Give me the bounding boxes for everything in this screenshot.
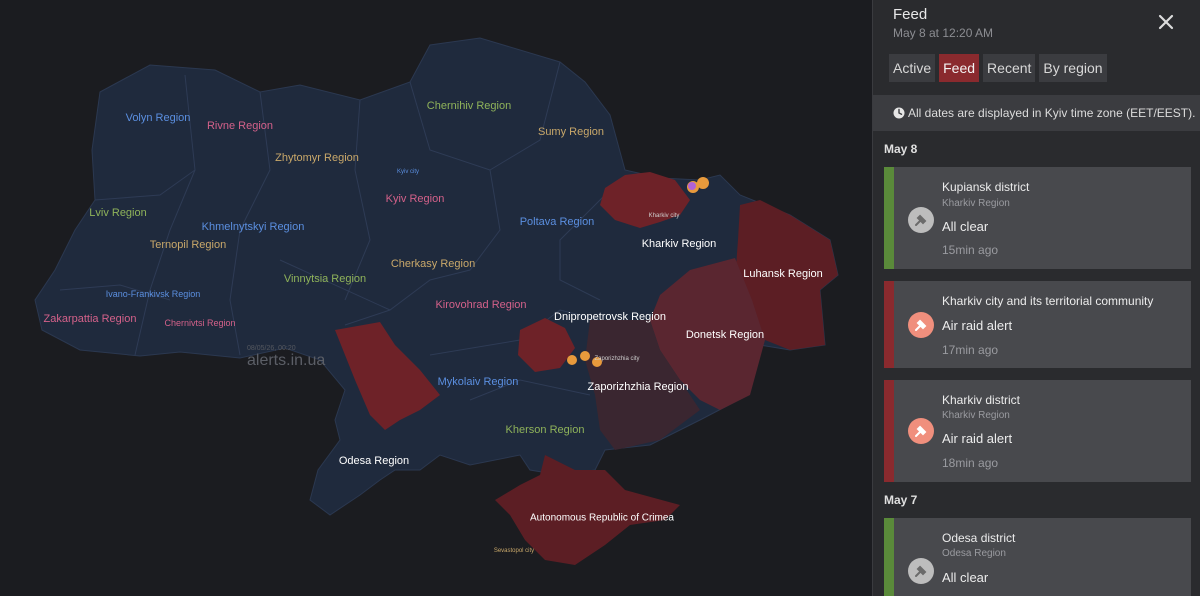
feed-item-status: All clear (942, 219, 989, 234)
timezone-notice-text: All dates are displayed in Kyiv time zon… (908, 106, 1196, 120)
label-kyiv: Kyiv Region (385, 193, 445, 205)
feed-item-kupiansk[interactable]: Kupiansk district Kharkiv Region All cle… (884, 167, 1191, 269)
feed-item-odesa[interactable]: Odesa district Odesa Region All clear (884, 518, 1191, 596)
panel-tabs: Active Feed Recent By region (889, 54, 1107, 82)
feed-item-title: Kharkiv district (942, 393, 1021, 407)
air-raid-icon (908, 418, 934, 444)
tab-recent[interactable]: Recent (983, 54, 1036, 82)
label-zaporizhzhia-city: Zaporizhzhia city (594, 356, 640, 362)
label-sevastopol: Sevastopol city (493, 548, 535, 554)
feed-item-status: Air raid alert (942, 318, 1013, 333)
label-kyiv-city: Kyiv city (396, 169, 420, 175)
label-ivano-frankivsk: Ivano-Frankivsk Region (105, 289, 201, 299)
feed-item-kharkiv-district[interactable]: Kharkiv district Kharkiv Region Air raid… (884, 380, 1191, 482)
label-donetsk: Donetsk Region (685, 329, 765, 341)
panel-subtitle: May 8 at 12:20 AM (893, 26, 994, 40)
clock-icon (893, 107, 905, 119)
feed-item-title: Odesa district (942, 531, 1016, 545)
feed-item-time: 15min ago (942, 243, 999, 257)
label-sumy: Sumy Region (537, 126, 605, 138)
feed-item-time: 18min ago (942, 456, 999, 470)
feed-item-kharkiv-city[interactable]: Kharkiv city and its territorial communi… (884, 281, 1191, 368)
close-button[interactable] (1156, 12, 1176, 32)
day-heading-may-8: May 8 (884, 142, 918, 156)
air-raid-icon (908, 312, 934, 338)
label-ternopil: Ternopil Region (149, 239, 227, 251)
label-kharkiv-city: Kharkiv city (648, 213, 680, 219)
label-luhansk: Luhansk Region (743, 268, 823, 280)
label-lviv: Lviv Region (89, 207, 147, 219)
label-mykolaiv: Mykolaiv Region (437, 376, 519, 388)
tab-by-region[interactable]: By region (1039, 54, 1107, 82)
day-heading-may-7: May 7 (884, 493, 918, 507)
label-rivne: Rivne Region (206, 120, 274, 132)
label-chernihiv: Chernihiv Region (426, 100, 512, 112)
all-clear-icon (908, 558, 934, 584)
label-kirovohrad: Kirovohrad Region (435, 299, 527, 311)
label-kherson: Kherson Region (505, 424, 585, 436)
feed-item-title: Kharkiv city and its territorial communi… (942, 294, 1154, 308)
label-dnipropetrovsk: Dnipropetrovsk Region (554, 311, 666, 323)
label-cherkasy: Cherkasy Region (390, 258, 476, 270)
feed-panel: Feed May 8 at 12:20 AM Active Feed Recen… (872, 0, 1200, 596)
map-watermark: alerts.in.ua (247, 352, 326, 369)
feed-item-region: Kharkiv Region (942, 198, 1010, 209)
alerts-map[interactable]: Volyn Region Rivne Region Chernihiv Regi… (0, 0, 872, 596)
label-zhytomyr: Zhytomyr Region (275, 152, 359, 164)
label-volyn: Volyn Region (125, 112, 191, 124)
label-zakarpattia: Zakarpattia Region (43, 313, 137, 325)
label-chernivtsi: Chernivtsi Region (164, 318, 236, 328)
panel-title: Feed (893, 6, 928, 23)
feed-item-title: Kupiansk district (942, 180, 1030, 194)
all-clear-icon (908, 207, 934, 233)
label-crimea: Autonomous Republic of Crimea (530, 512, 674, 524)
feed-item-region: Odesa Region (942, 548, 1006, 559)
label-kharkiv: Kharkiv Region (641, 238, 717, 250)
tab-feed[interactable]: Feed (939, 54, 980, 82)
map-timestamp: 08/05/26, 00:20 (247, 345, 296, 352)
timezone-notice: All dates are displayed in Kyiv time zon… (873, 95, 1200, 131)
feed-item-status: Air raid alert (942, 431, 1013, 446)
feed-item-region: Kharkiv Region (942, 410, 1010, 421)
tab-active[interactable]: Active (889, 54, 936, 82)
feed-item-status: All clear (942, 570, 989, 585)
close-icon (1158, 14, 1174, 30)
label-vinnytsia: Vinnytsia Region (283, 273, 367, 285)
label-khmelnytskyi: Khmelnytskyi Region (201, 221, 305, 233)
feed-item-time: 17min ago (942, 343, 999, 357)
label-poltava: Poltava Region (519, 216, 595, 228)
label-odesa: Odesa Region (338, 455, 410, 467)
label-zaporizhzhia: Zaporizhzhia Region (587, 381, 689, 393)
